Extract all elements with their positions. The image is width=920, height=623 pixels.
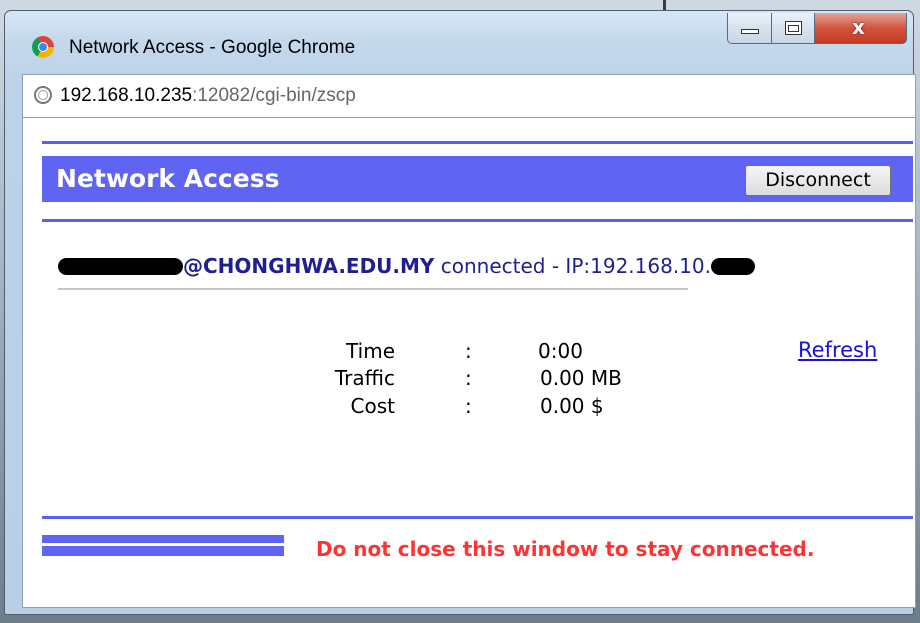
redacted-ip <box>711 258 755 275</box>
url-host: 192.168.10.235 <box>60 85 193 106</box>
footer-divider <box>42 516 913 519</box>
title-bar[interactable]: Network Access - Google Chrome x <box>5 11 913 81</box>
close-button[interactable]: x <box>814 13 907 44</box>
cost-colon: : <box>465 394 472 418</box>
disconnect-button[interactable]: Disconnect <box>745 165 891 196</box>
warning-message: Do not close this window to stay connect… <box>316 537 815 561</box>
page-content: Network Access Disconnect @CHONGHWA.EDU.… <box>22 118 916 608</box>
top-divider <box>42 141 913 144</box>
status-text: connected - IP:192.168.10. <box>440 254 711 278</box>
footer-bars <box>42 535 304 559</box>
url-text[interactable]: 192.168.10.235:12082/cgi-bin/zscp <box>60 85 356 107</box>
cost-label: Cost <box>350 394 395 418</box>
user-domain: @CHONGHWA.EDU.MY <box>183 254 435 278</box>
cost-value: 0.00 $ <box>540 394 604 418</box>
chrome-logo-icon <box>32 36 54 58</box>
window-title: Network Access - Google Chrome <box>69 37 356 58</box>
maximize-button[interactable] <box>771 13 815 44</box>
minimize-button[interactable] <box>727 13 772 44</box>
traffic-value: 0.00 MB <box>540 366 622 390</box>
address-bar[interactable]: 192.168.10.235:12082/cgi-bin/zscp <box>22 74 916 118</box>
globe-icon <box>34 86 52 104</box>
header-bar: Network Access Disconnect <box>42 156 913 202</box>
time-label: Time <box>346 339 395 363</box>
traffic-label: Traffic <box>334 366 395 390</box>
time-colon: : <box>465 339 472 363</box>
page-title: Network Access <box>56 164 280 193</box>
traffic-colon: : <box>465 366 472 390</box>
footer-bar-upper <box>42 535 284 543</box>
status-underline <box>58 288 688 290</box>
redacted-username <box>58 258 183 275</box>
connection-status: @CHONGHWA.EDU.MY connected - IP:192.168.… <box>58 254 755 278</box>
footer-bar-lower <box>42 546 284 556</box>
close-icon: x <box>852 15 865 39</box>
minimize-icon <box>741 29 759 34</box>
time-value: 0:00 <box>538 339 583 363</box>
header-divider <box>42 219 913 222</box>
url-path: :12082/cgi-bin/zscp <box>192 85 356 106</box>
maximize-icon <box>785 21 802 35</box>
refresh-link[interactable]: Refresh <box>798 338 877 362</box>
